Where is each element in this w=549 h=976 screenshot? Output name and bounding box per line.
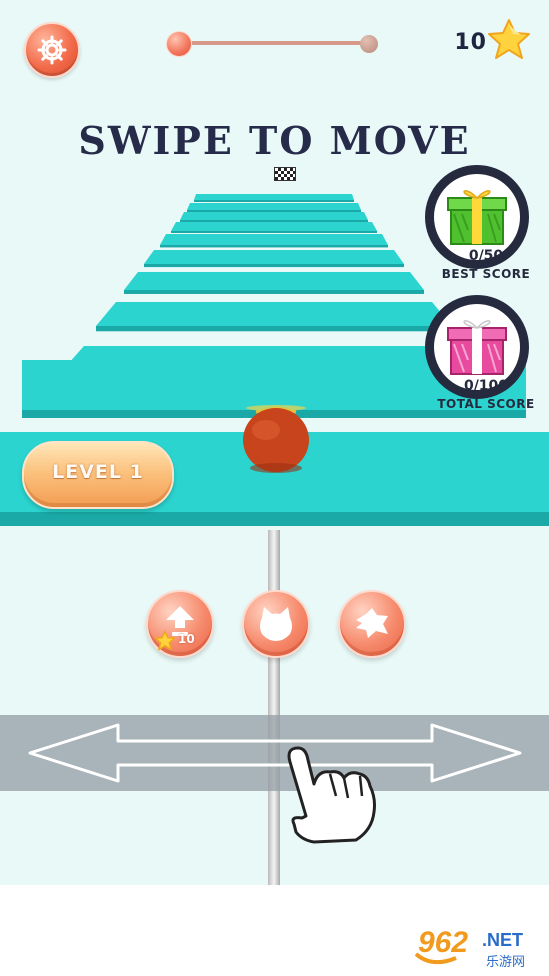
shape-button[interactable] xyxy=(338,590,406,658)
level-progress-bar xyxy=(178,41,370,45)
swipe-area[interactable] xyxy=(0,715,549,791)
gear-icon xyxy=(37,35,67,65)
track-slab-edge xyxy=(187,210,361,212)
best-score-value: 0/50 xyxy=(468,248,504,264)
total-score-value: 0/100 xyxy=(463,378,509,394)
settings-button[interactable] xyxy=(24,22,80,78)
track-slab xyxy=(124,272,424,290)
progress-start-marker xyxy=(166,31,192,57)
track-slab xyxy=(96,302,452,326)
double-arrow-icon xyxy=(28,723,522,783)
progress-end-marker xyxy=(360,35,378,53)
level-label: LEVEL 1 xyxy=(52,461,144,483)
star-icon xyxy=(488,19,530,59)
track-slab-edge xyxy=(0,512,549,526)
track-slab-edge xyxy=(144,264,404,268)
svg-text:乐游网: 乐游网 xyxy=(486,955,525,970)
instruction-title: SWIPE TO MOVE xyxy=(78,118,471,163)
splat-icon xyxy=(356,608,388,638)
game-viewport[interactable]: 10 SWIPE TO MOVE 0/50 BEST SCORE 0/100 T… xyxy=(0,0,549,885)
player-character xyxy=(243,405,309,473)
cat-face-icon xyxy=(260,607,292,641)
track-slab xyxy=(194,194,354,200)
watermark-logo: 962 .NET 乐游网 xyxy=(414,926,525,970)
upgrade-button[interactable]: 10 xyxy=(146,590,214,658)
total-score-label: TOTAL SCORE xyxy=(437,397,535,411)
track-slab-edge xyxy=(160,245,388,248)
track-slab xyxy=(180,212,368,220)
finish-flag-icon xyxy=(274,167,296,181)
track-slab-edge xyxy=(96,326,452,332)
coin-count: 10 xyxy=(454,30,487,55)
hand-pointer-icon xyxy=(287,746,376,844)
level-indicator: LEVEL 1 xyxy=(22,441,174,509)
svg-text:962: 962 xyxy=(418,926,468,959)
track-slab xyxy=(144,250,404,264)
track-slab-edge xyxy=(124,290,424,294)
upgrade-cost: 10 xyxy=(178,632,195,646)
best-score-reward[interactable]: 0/50 BEST SCORE xyxy=(425,165,530,281)
skin-button[interactable] xyxy=(242,590,310,658)
track-slab-edge xyxy=(194,200,354,202)
track-slab xyxy=(171,222,377,231)
track-slab-edge xyxy=(171,231,377,233)
star-icon xyxy=(154,630,176,651)
track-slab-edge xyxy=(180,220,368,222)
total-score-reward[interactable]: 0/100 TOTAL SCORE xyxy=(425,295,534,411)
best-score-label: BEST SCORE xyxy=(441,267,531,281)
track-pole xyxy=(268,530,280,885)
track-slab xyxy=(187,203,361,210)
svg-text:.NET: .NET xyxy=(482,930,523,950)
track-slab xyxy=(160,234,388,245)
